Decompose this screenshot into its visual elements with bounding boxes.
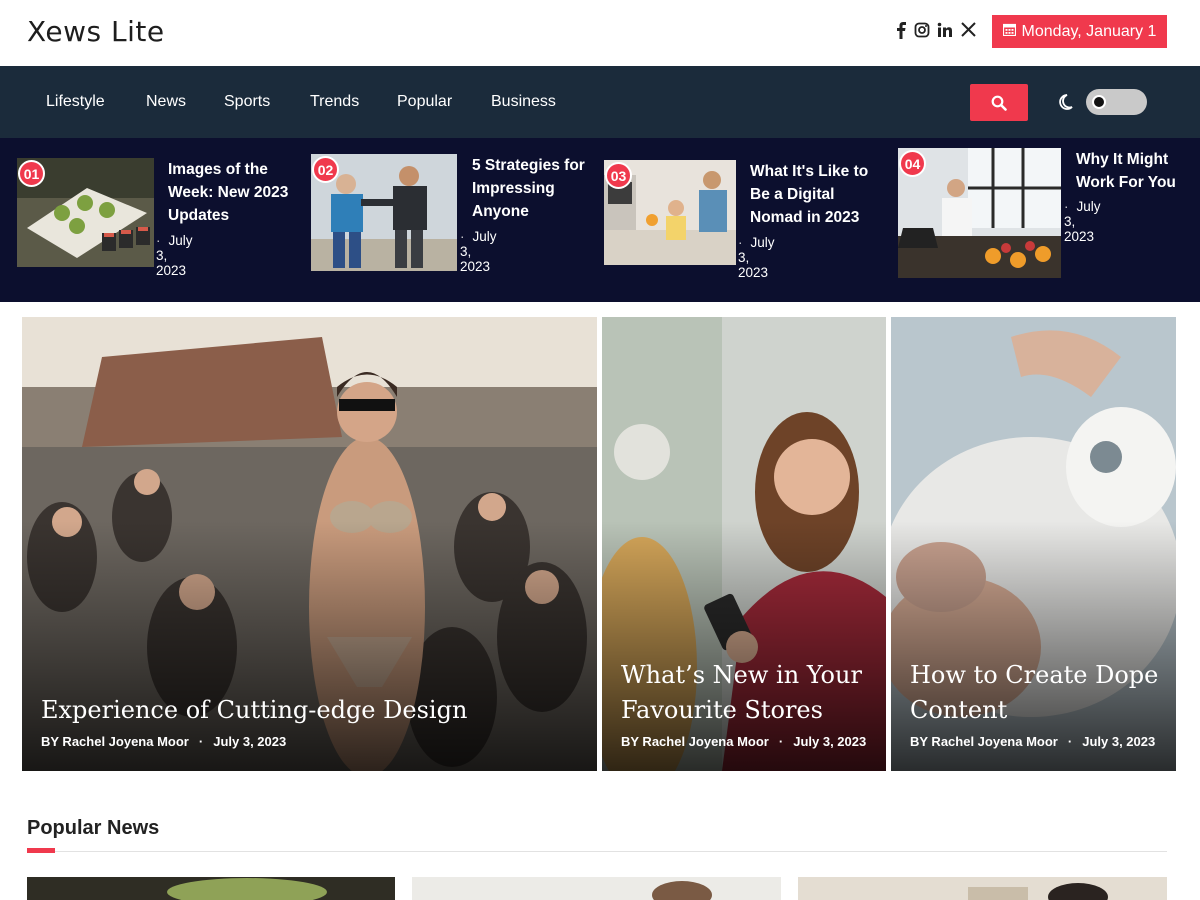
nav-item-news[interactable]: News — [146, 93, 186, 111]
toggle-knob — [1092, 95, 1106, 109]
section-accent-bar — [27, 848, 55, 853]
ticker-date: July 3, 2023 — [1064, 199, 1101, 244]
site-header: Xews Lite Monday, January 1 — [0, 0, 1200, 66]
meta-separator: · — [1067, 734, 1073, 749]
nav-item-lifestyle[interactable]: Lifestyle — [46, 93, 105, 111]
search-icon — [991, 95, 1007, 111]
nav-item-business[interactable]: Business — [491, 93, 556, 111]
meta-separator: · — [778, 734, 784, 749]
post-date: July 3, 2023 — [793, 734, 867, 749]
post-author[interactable]: BY Rachel Joyena Moor — [621, 734, 769, 749]
featured-post-large[interactable]: Experience of Cutting-edge Design BY Rac… — [22, 317, 597, 771]
nav-item-trends[interactable]: Trends — [310, 93, 359, 111]
post-meta: BY Rachel Joyena Moor · July 3, 2023 — [621, 734, 866, 749]
facebook-icon[interactable] — [895, 22, 907, 44]
featured-post[interactable]: How to Create Dope Content BY Rachel Joy… — [891, 317, 1176, 771]
popular-card-image[interactable] — [798, 877, 1167, 900]
site-title[interactable]: Xews Lite — [27, 15, 165, 48]
featured-post[interactable]: What’s New in Your Favourite Stores BY R… — [602, 317, 886, 771]
trending-ticker: 01 Images of the Week: New 2023 Updates … — [0, 138, 1200, 302]
popular-card-image[interactable] — [412, 877, 781, 900]
ticker-date: July 3, 2023 — [156, 233, 193, 278]
ticker-number: 03 — [605, 162, 632, 189]
instagram-icon[interactable] — [914, 22, 930, 43]
section-divider — [27, 851, 1167, 852]
date-badge: Monday, January 1 — [992, 15, 1167, 48]
ticker-date: July 3, 2023 — [460, 229, 497, 274]
linkedin-icon[interactable] — [937, 22, 953, 43]
meta-separator: · — [198, 734, 204, 749]
popular-card-image[interactable] — [27, 877, 395, 900]
date-text: Monday, January 1 — [1021, 22, 1157, 40]
ticker-title[interactable]: Images of the Week: New 2023 Updates — [168, 158, 308, 227]
post-meta: BY Rachel Joyena Moor · July 3, 2023 — [910, 734, 1155, 749]
ticker-number: 04 — [899, 150, 926, 177]
post-author[interactable]: BY Rachel Joyena Moor — [910, 734, 1058, 749]
ticker-number: 01 — [18, 160, 45, 187]
ticker-title[interactable]: What It's Like to Be a Digital Nomad in … — [750, 160, 890, 229]
dark-mode-toggle[interactable] — [1086, 89, 1147, 115]
featured-title[interactable]: How to Create Dope Content — [910, 658, 1160, 728]
main-nav: Lifestyle News Sports Trends Popular Bus… — [0, 66, 1200, 138]
ticker-number: 02 — [312, 156, 339, 183]
moon-icon[interactable] — [1055, 92, 1075, 112]
post-meta: BY Rachel Joyena Moor · July 3, 2023 — [41, 734, 286, 749]
section-heading: Popular News — [27, 817, 160, 839]
ticker-title[interactable]: 5 Strategies for Impressing Anyone — [472, 154, 612, 223]
calendar-icon — [1002, 23, 1016, 41]
post-author[interactable]: BY Rachel Joyena Moor — [41, 734, 189, 749]
post-date: July 3, 2023 — [1082, 734, 1156, 749]
featured-title[interactable]: What’s New in Your Favourite Stores — [621, 658, 871, 728]
ticker-title[interactable]: Why It Might Work For You — [1076, 148, 1186, 194]
post-date: July 3, 2023 — [213, 734, 287, 749]
search-button[interactable] — [970, 84, 1028, 121]
featured-title[interactable]: Experience of Cutting-edge Design — [41, 693, 581, 728]
nav-item-sports[interactable]: Sports — [224, 93, 270, 111]
ticker-date: July 3, 2023 — [738, 235, 775, 280]
nav-item-popular[interactable]: Popular — [397, 93, 452, 111]
x-icon[interactable] — [961, 22, 976, 42]
